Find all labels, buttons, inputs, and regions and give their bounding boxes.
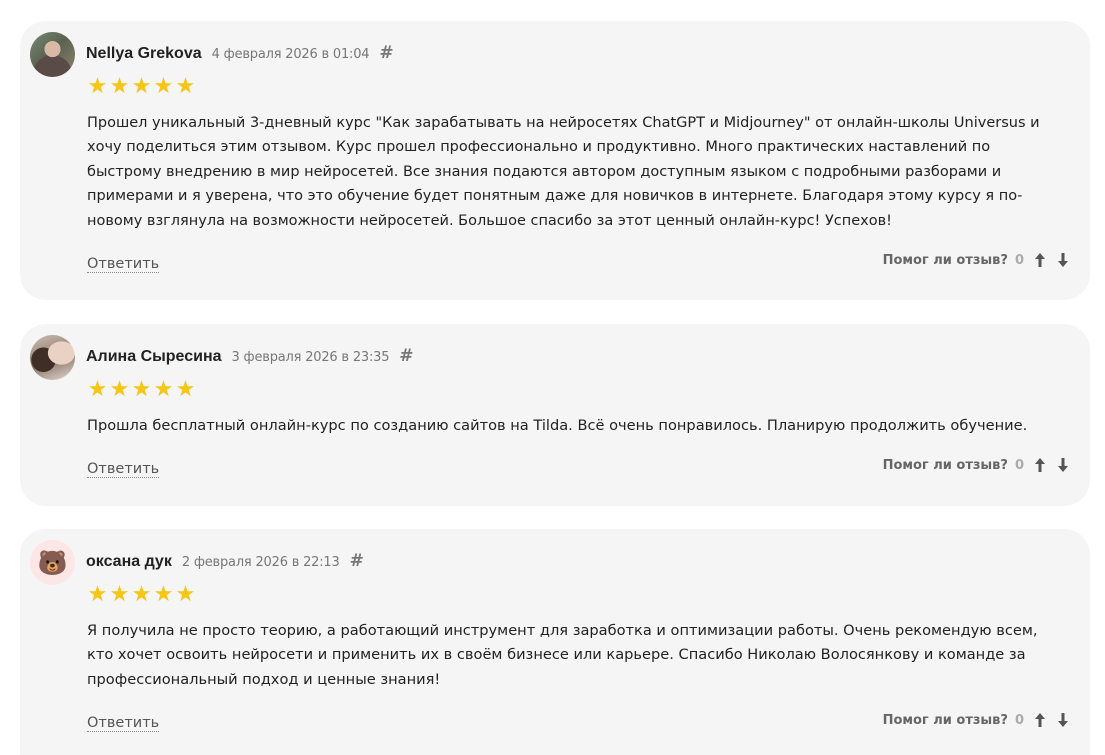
helpful-label: Помог ли отзыв? (882, 252, 1008, 268)
review-text: Я получила не просто теорию, а работающи… (87, 622, 1038, 688)
star-icon: ★ (175, 377, 196, 402)
star-icon: ★ (109, 377, 130, 402)
review-card: Nellya Grekova 4 февраля 2026 в 01:04 # … (20, 21, 1090, 300)
avatar (30, 32, 75, 77)
helpful-vote: Помог ли отзыв? 0 (883, 709, 1070, 731)
arrow-up-icon[interactable] (1032, 251, 1047, 269)
arrow-down-icon[interactable] (1055, 456, 1070, 474)
review-date: 3 февраля 2026 в 23:35 (231, 350, 390, 365)
review-card: 🐻 оксана дук 2 февраля 2026 в 22:13 # ★ … (20, 529, 1090, 755)
helpful-label: Помог ли отзыв? (882, 712, 1008, 728)
star-icon: ★ (87, 582, 108, 607)
review-text: Прошел уникальный 3-дневный курс "Как за… (87, 115, 1040, 229)
permalink-hash-icon[interactable]: # (399, 346, 413, 366)
author-name: оксана дук (86, 553, 172, 570)
helpful-vote: Помог ли отзыв? 0 (883, 249, 1070, 271)
arrow-up-icon[interactable] (1032, 711, 1047, 729)
star-icon: ★ (153, 377, 174, 402)
star-icon: ★ (109, 74, 130, 99)
star-icon: ★ (87, 377, 108, 402)
author-name: Nellya Grekova (86, 45, 202, 62)
permalink-hash-icon[interactable]: # (350, 551, 364, 571)
helpful-vote: Помог ли отзыв? 0 (883, 454, 1070, 476)
author-name: Алина Сыресина (86, 348, 222, 365)
helpful-count: 0 (1014, 712, 1024, 728)
review-date: 4 февраля 2026 в 01:04 (211, 47, 370, 62)
review-text: Прошла бесплатный онлайн-курс по создани… (87, 417, 1028, 434)
review-card: Алина Сыресина 3 февраля 2026 в 23:35 # … (20, 324, 1090, 506)
star-icon: ★ (131, 74, 152, 99)
star-icon: ★ (175, 74, 196, 99)
permalink-hash-icon[interactable]: # (379, 43, 393, 63)
reply-link[interactable]: Ответить (87, 715, 160, 732)
star-icon: ★ (153, 582, 174, 607)
arrow-up-icon[interactable] (1032, 456, 1047, 474)
star-icon: ★ (175, 582, 196, 607)
arrow-down-icon[interactable] (1055, 711, 1070, 729)
star-icon: ★ (87, 74, 108, 99)
rating-stars: ★ ★ ★ ★ ★ (87, 584, 196, 606)
star-icon: ★ (109, 582, 130, 607)
review-date: 2 февраля 2026 в 22:13 (181, 555, 340, 570)
reply-link[interactable]: Ответить (87, 461, 160, 478)
review-header: оксана дук 2 февраля 2026 в 22:13 # (86, 551, 364, 573)
star-icon: ★ (131, 377, 152, 402)
helpful-count: 0 (1014, 252, 1024, 268)
helpful-count: 0 (1014, 457, 1024, 473)
review-header: Алина Сыресина 3 февраля 2026 в 23:35 # (86, 346, 414, 368)
bear-avatar-icon: 🐻 (30, 540, 75, 585)
star-icon: ★ (131, 582, 152, 607)
reviews-list: Nellya Grekova 4 февраля 2026 в 01:04 # … (0, 0, 1105, 755)
rating-stars: ★ ★ ★ ★ ★ (87, 379, 196, 401)
star-icon: ★ (153, 74, 174, 99)
avatar (30, 335, 75, 380)
arrow-down-icon[interactable] (1055, 251, 1070, 269)
review-header: Nellya Grekova 4 февраля 2026 в 01:04 # (86, 43, 394, 65)
helpful-label: Помог ли отзыв? (882, 457, 1008, 473)
rating-stars: ★ ★ ★ ★ ★ (87, 76, 196, 98)
reply-link[interactable]: Ответить (87, 256, 160, 273)
